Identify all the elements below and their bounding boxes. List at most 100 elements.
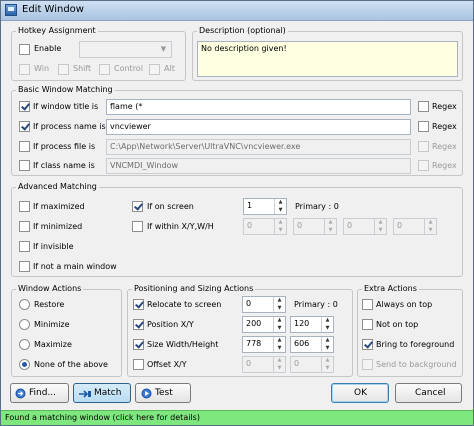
win-mod-checkbox[interactable] xyxy=(19,64,30,75)
spin-down-icon[interactable]: ▼ xyxy=(275,227,286,235)
restore-label: Restore xyxy=(34,300,65,309)
process-file-regex-label: Regex xyxy=(432,142,457,151)
status-bar[interactable]: Found a matching window (click here for … xyxy=(1,410,473,425)
spin-up-icon[interactable]: ▲ xyxy=(375,219,386,227)
find-button[interactable]: Find... xyxy=(10,383,69,403)
process-file-regex-checkbox[interactable] xyxy=(418,141,429,152)
within-x-stepper[interactable]: 0 ▲ ▼ xyxy=(243,218,287,235)
spin-down-icon[interactable]: ▼ xyxy=(325,227,336,235)
if-invisible-checkbox[interactable] xyxy=(19,241,30,252)
position-checkbox[interactable] xyxy=(133,319,144,330)
spin-up-icon[interactable]: ▲ xyxy=(425,219,436,227)
spin-down-icon[interactable]: ▼ xyxy=(274,365,285,373)
process-file-input[interactable]: C:\App\Network\Server\UltraVNC\vncviewer… xyxy=(106,139,411,155)
within-h-stepper[interactable]: 0 ▲ ▼ xyxy=(393,218,437,235)
spin-up-icon[interactable]: ▲ xyxy=(322,357,333,365)
window-title-input[interactable]: flame (* xyxy=(106,99,411,115)
class-name-label: If class name is xyxy=(33,161,95,170)
if-not-main-window-checkbox[interactable] xyxy=(19,261,30,272)
ok-button-label: OK xyxy=(354,388,367,398)
hotkey-key-select[interactable]: ▼ xyxy=(79,41,172,58)
control-mod-checkbox[interactable] xyxy=(99,64,110,75)
spin-down-icon[interactable]: ▼ xyxy=(275,207,286,215)
status-text[interactable]: Found a matching window (click here for … xyxy=(5,413,200,422)
match-button[interactable]: Match xyxy=(73,383,131,403)
description-input[interactable]: No description given! xyxy=(197,41,458,77)
window-title-regex-checkbox[interactable] xyxy=(418,101,429,112)
height-stepper[interactable]: 606 ▲ ▼ xyxy=(290,336,334,353)
if-within-checkbox[interactable] xyxy=(132,221,143,232)
alt-mod-checkbox[interactable] xyxy=(149,64,160,75)
class-name-input[interactable]: VNCMDI_Window xyxy=(106,158,411,174)
window-title-checkbox[interactable] xyxy=(19,101,30,112)
spin-up-icon[interactable]: ▲ xyxy=(274,337,285,345)
not-on-top-checkbox[interactable] xyxy=(362,319,373,330)
shift-mod-checkbox[interactable] xyxy=(58,64,69,75)
relocate-checkbox[interactable] xyxy=(133,299,144,310)
edit-window: Edit Window Hotkey Assignment Enable ▼ W… xyxy=(0,0,474,426)
test-icon xyxy=(141,388,152,399)
send-to-background-checkbox[interactable] xyxy=(362,359,373,370)
process-name-regex-label: Regex xyxy=(432,122,457,131)
enable-hotkey-checkbox[interactable] xyxy=(19,44,30,55)
spin-up-icon[interactable]: ▲ xyxy=(274,297,285,305)
spin-down-icon[interactable]: ▼ xyxy=(274,345,285,353)
relocate-screen-value: 0 xyxy=(246,299,252,308)
spin-up-icon[interactable]: ▲ xyxy=(275,199,286,207)
spin-up-icon[interactable]: ▲ xyxy=(322,337,333,345)
width-stepper[interactable]: 778 ▲ ▼ xyxy=(242,336,286,353)
offset-x-stepper[interactable]: 0 ▲ ▼ xyxy=(242,356,286,373)
offset-y-stepper[interactable]: 0 ▲ ▼ xyxy=(290,356,334,373)
process-file-label: If process file is xyxy=(33,142,96,151)
process-name-checkbox[interactable] xyxy=(19,121,30,132)
find-icon xyxy=(15,388,26,399)
spin-down-icon[interactable]: ▼ xyxy=(322,345,333,353)
process-name-input[interactable]: vncviewer xyxy=(106,119,411,135)
within-w-stepper[interactable]: 0 ▲ ▼ xyxy=(343,218,387,235)
title-bar[interactable]: Edit Window xyxy=(1,1,473,21)
size-checkbox[interactable] xyxy=(133,339,144,350)
spin-up-icon[interactable]: ▲ xyxy=(274,357,285,365)
shift-mod-label: Shift xyxy=(73,64,92,73)
cancel-button-label: Cancel xyxy=(415,388,446,398)
cancel-button[interactable]: Cancel xyxy=(395,383,462,403)
window-actions-legend: Window Actions xyxy=(16,284,84,293)
class-name-checkbox[interactable] xyxy=(19,160,30,171)
spin-up-icon[interactable]: ▲ xyxy=(274,317,285,325)
test-button[interactable]: Test xyxy=(135,383,191,403)
within-y-stepper[interactable]: 0 ▲ ▼ xyxy=(293,218,337,235)
maximize-radio[interactable] xyxy=(19,339,30,350)
if-maximized-checkbox[interactable] xyxy=(19,201,30,212)
none-of-above-radio[interactable] xyxy=(19,359,30,370)
relocate-screen-stepper[interactable]: 0 ▲ ▼ xyxy=(242,296,286,313)
minimize-radio[interactable] xyxy=(19,319,30,330)
restore-radio[interactable] xyxy=(19,299,30,310)
always-on-top-label: Always on top xyxy=(376,300,433,309)
position-x-stepper[interactable]: 200 ▲ ▼ xyxy=(242,316,286,333)
if-minimized-checkbox[interactable] xyxy=(19,221,30,232)
process-file-checkbox[interactable] xyxy=(19,141,30,152)
window-actions-group: Window Actions Restore Minimize Maximize… xyxy=(11,284,122,377)
spin-down-icon[interactable]: ▼ xyxy=(425,227,436,235)
offset-x-value: 0 xyxy=(246,359,252,368)
position-y-stepper[interactable]: 120 ▲ ▼ xyxy=(290,316,334,333)
spin-down-icon[interactable]: ▼ xyxy=(375,227,386,235)
class-name-regex-checkbox[interactable] xyxy=(418,160,429,171)
on-screen-stepper[interactable]: 1 ▲ ▼ xyxy=(243,198,287,215)
bring-to-foreground-checkbox[interactable] xyxy=(362,339,373,350)
within-w-value: 0 xyxy=(347,221,353,230)
process-name-regex-checkbox[interactable] xyxy=(418,121,429,132)
ok-button[interactable]: OK xyxy=(331,383,389,403)
if-on-screen-checkbox[interactable] xyxy=(132,201,143,212)
spin-up-icon[interactable]: ▲ xyxy=(275,219,286,227)
offset-y-value: 0 xyxy=(294,359,300,368)
spin-up-icon[interactable]: ▲ xyxy=(322,317,333,325)
spin-down-icon[interactable]: ▼ xyxy=(322,325,333,333)
spin-down-icon[interactable]: ▼ xyxy=(274,305,285,313)
spin-down-icon[interactable]: ▼ xyxy=(274,325,285,333)
spin-up-icon[interactable]: ▲ xyxy=(325,219,336,227)
none-of-above-label: None of the above xyxy=(34,360,108,369)
offset-checkbox[interactable] xyxy=(133,359,144,370)
spin-down-icon[interactable]: ▼ xyxy=(322,365,333,373)
always-on-top-checkbox[interactable] xyxy=(362,299,373,310)
